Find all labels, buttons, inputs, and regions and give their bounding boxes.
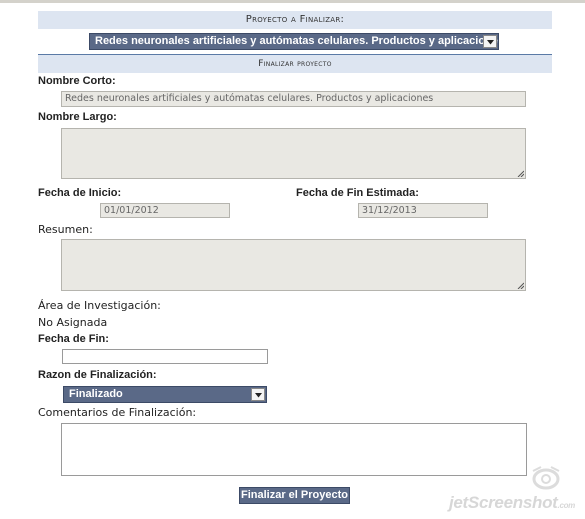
reason-label: Razon de Finalización: [38, 369, 157, 381]
reason-select[interactable]: Finalizado [63, 386, 267, 403]
comments-textarea[interactable] [61, 423, 527, 476]
section-header-finish: Finalizar proyecto [38, 54, 552, 73]
summary-textarea[interactable] [61, 239, 526, 291]
top-border [0, 0, 585, 3]
short-name-field[interactable]: Redes neuronales artificiales y autómata… [61, 91, 526, 107]
camera-logo-icon [532, 466, 560, 490]
comments-label: Comentarios de Finalización: [38, 406, 197, 419]
finish-project-button[interactable]: Finalizar el Proyecto [239, 487, 350, 504]
project-select-value: Redes neuronales artificiales y autómata… [95, 35, 499, 47]
research-area-label: Área de Investigación: [38, 299, 161, 312]
chevron-down-icon[interactable] [251, 388, 265, 401]
start-date-label: Fecha de Inicio: [38, 187, 122, 199]
research-area-value: No Asignada [38, 316, 108, 329]
start-date-field[interactable]: 01/01/2012 [100, 203, 230, 218]
end-date-input[interactable] [62, 349, 268, 364]
section-header-project: Proyecto a Finalizar: [38, 11, 552, 29]
watermark: jetScreenshot.com [449, 493, 575, 513]
section-header-finish-label: Finalizar proyecto [258, 59, 332, 69]
long-name-label: Nombre Largo: [38, 111, 117, 123]
chevron-down-icon[interactable] [483, 35, 497, 48]
resize-grip-icon[interactable] [517, 282, 524, 289]
watermark-suffix: .com [557, 501, 576, 510]
watermark-text: jetScreenshot [448, 493, 558, 512]
resize-grip-icon[interactable] [517, 170, 524, 177]
reason-select-value: Finalizado [69, 388, 123, 400]
summary-label: Resumen: [38, 223, 93, 236]
long-name-textarea[interactable] [61, 128, 526, 179]
end-date-est-field[interactable]: 31/12/2013 [358, 203, 488, 218]
end-date-label: Fecha de Fin: [38, 333, 109, 345]
short-name-label: Nombre Corto: [38, 75, 116, 87]
end-date-est-label: Fecha de Fin Estimada: [296, 187, 419, 199]
project-select[interactable]: Redes neuronales artificiales y autómata… [89, 33, 499, 50]
section-header-project-label: Proyecto a Finalizar: [245, 14, 345, 25]
